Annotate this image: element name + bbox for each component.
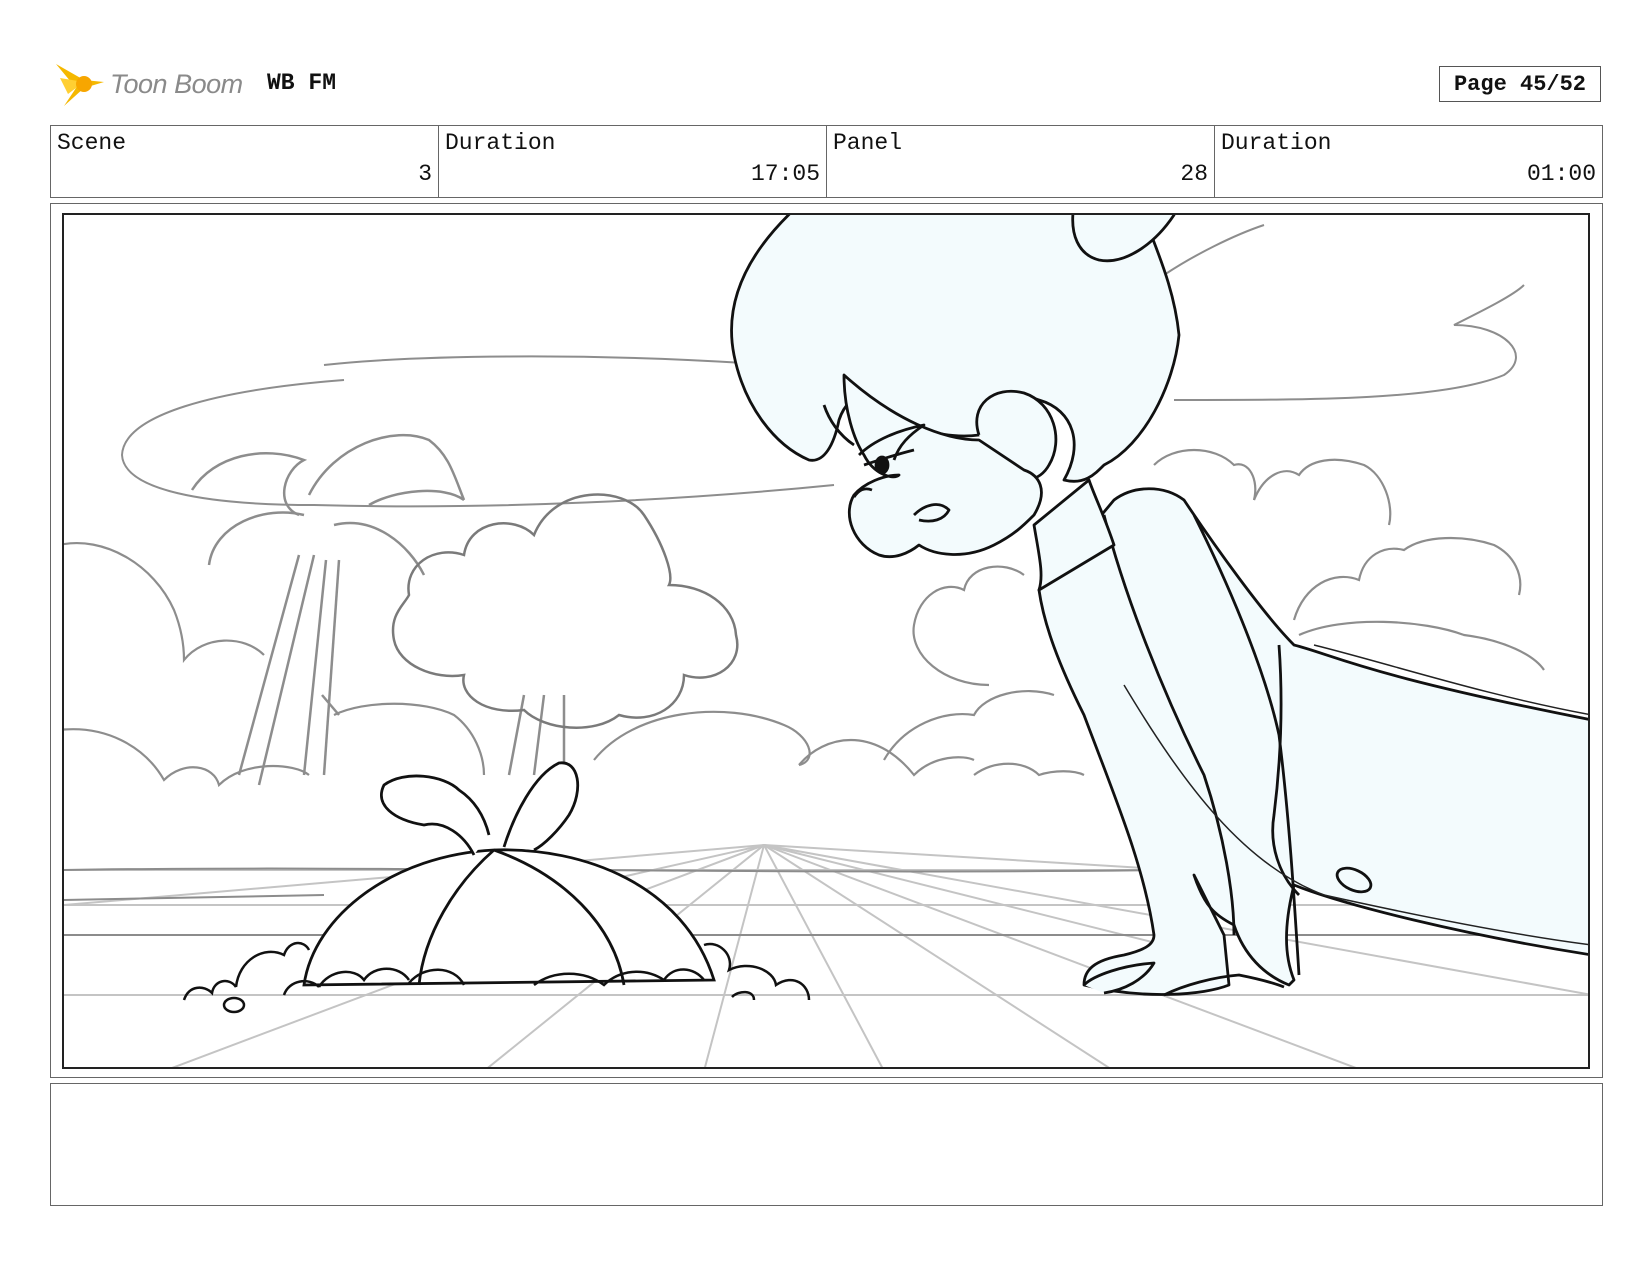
scene-value: 3	[418, 161, 432, 187]
page-number: Page 45/52	[1439, 66, 1601, 102]
panel-frame	[50, 203, 1603, 1078]
panel-label: Panel	[833, 130, 903, 156]
storyboard-sketch	[64, 215, 1588, 1067]
scene-cell: Scene 3	[51, 126, 439, 197]
panel-info-row: Scene 3 Duration 17:05 Panel 28 Duration…	[50, 125, 1603, 198]
scene-duration-label: Duration	[445, 130, 556, 156]
panel-value: 28	[1180, 161, 1208, 187]
panel-duration-cell: Duration 01:00	[1215, 126, 1602, 197]
toon-boom-star-icon	[56, 64, 104, 106]
scene-label: Scene	[57, 130, 127, 156]
beach-ball	[302, 761, 716, 987]
panel-drawing-area	[62, 213, 1590, 1069]
scene-duration-value: 17:05	[750, 161, 820, 187]
logo-text: Toon Boom	[110, 68, 243, 99]
round-tree	[391, 493, 739, 729]
panel-duration-value: 01:00	[1526, 161, 1596, 187]
panel-duration-label: Duration	[1221, 130, 1332, 156]
project-name: WB FM	[267, 70, 337, 96]
toon-boom-logo: Toon Boom	[54, 56, 243, 112]
panel-cell: Panel 28	[827, 126, 1215, 197]
panel-notes-box	[50, 1083, 1603, 1206]
scene-duration-cell: Duration 17:05	[439, 126, 827, 197]
character-figure	[730, 215, 1588, 997]
palm-trees	[190, 433, 566, 786]
